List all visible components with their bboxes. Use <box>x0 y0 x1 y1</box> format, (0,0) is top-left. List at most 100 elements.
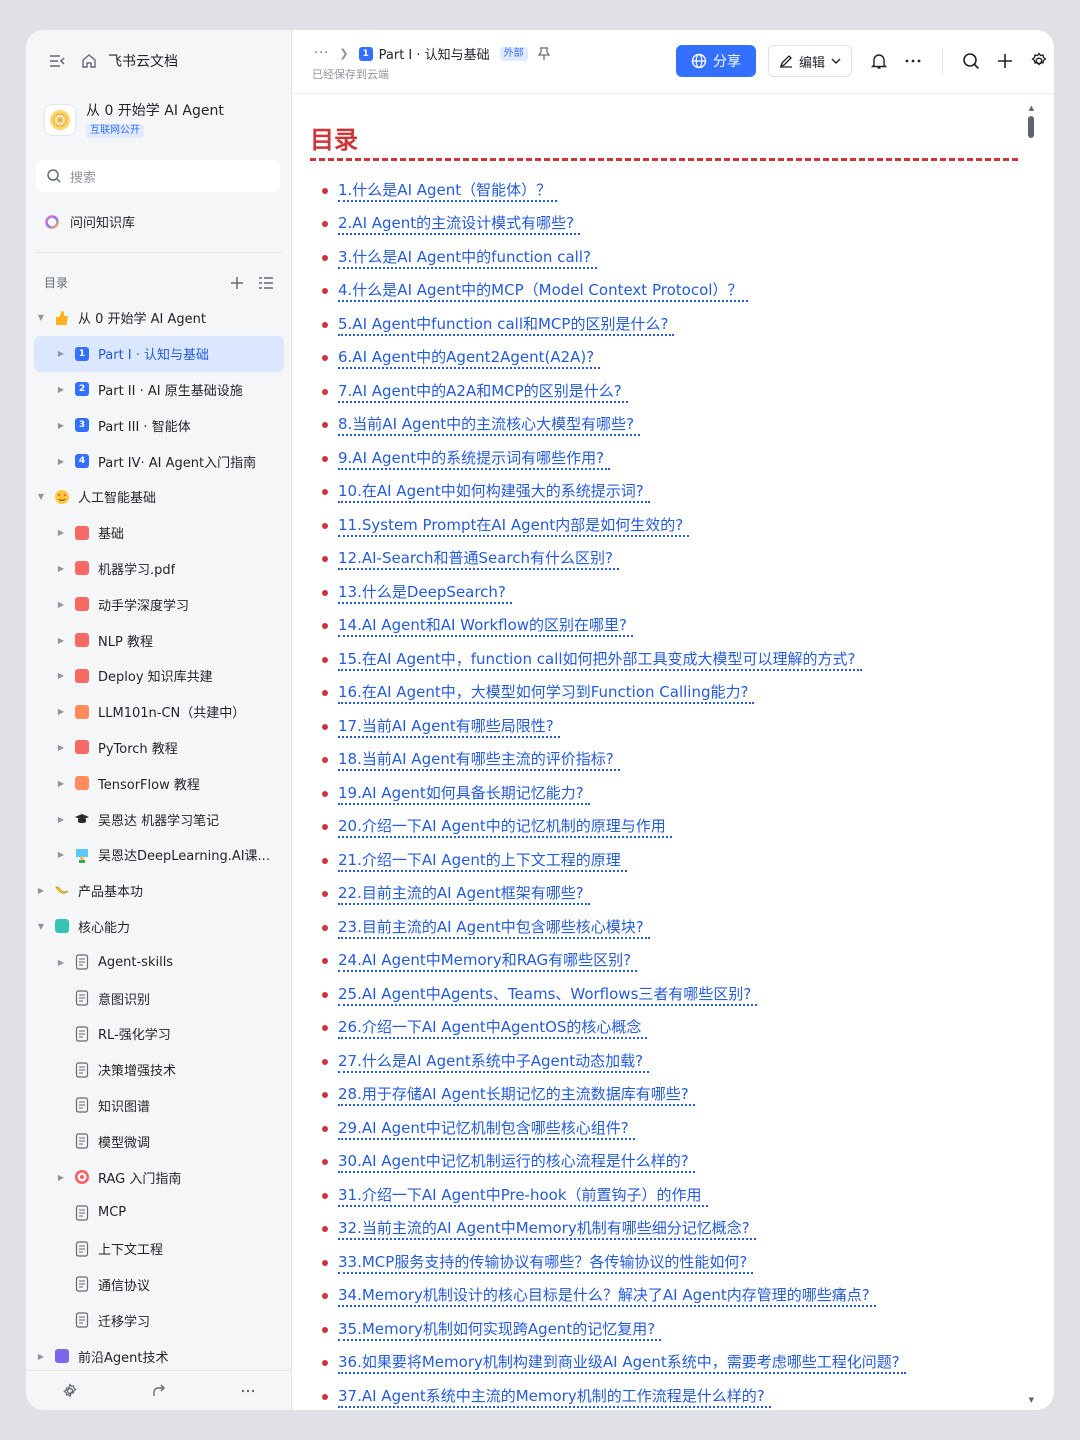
toc-link[interactable]: 22.目前主流的AI Agent框架有哪些? <box>338 883 590 906</box>
caret-right-icon[interactable]: ▶ <box>56 850 66 859</box>
tree-item[interactable]: ▶ 动手学深度学习 <box>34 586 284 622</box>
tree-item[interactable]: 决策增强技术 <box>34 1052 284 1088</box>
tree-item[interactable]: ▶ 前沿Agent技术 <box>34 1338 284 1374</box>
scrollbar-thumb[interactable] <box>1028 116 1034 138</box>
caret-right-icon[interactable]: ▶ <box>56 779 66 788</box>
toc-link[interactable]: 27.什么是AI Agent系统中子Agent动态加载? <box>338 1051 650 1073</box>
toc-link[interactable]: 3.什么是AI Agent中的function call? <box>338 247 597 269</box>
toc-link[interactable]: 17.当前AI Agent有哪些局限性? <box>338 716 560 738</box>
settings-icon[interactable] <box>62 1382 78 1399</box>
toc-link[interactable]: 1.什么是AI Agent（智能体）？ <box>338 180 558 202</box>
settings-icon[interactable] <box>1028 50 1050 72</box>
toc-link[interactable]: 16.在AI Agent中，大模型如何学习到Function Calling能力… <box>338 682 755 705</box>
caret-right-icon[interactable]: ▶ <box>56 528 66 537</box>
caret-right-icon[interactable]: ▶ <box>56 421 66 430</box>
caret-down-icon[interactable]: ▼ <box>36 492 46 501</box>
search-icon[interactable] <box>960 50 982 72</box>
home-icon[interactable] <box>80 52 98 70</box>
toc-link[interactable]: 37.AI Agent系统中主流的Memory机制的工作流程是什么样的? <box>338 1386 771 1408</box>
tree-item[interactable]: ▶ RAG 入门指南 <box>34 1159 284 1195</box>
tree-item[interactable]: ▶ 吴恩达DeepLearning.AI课... <box>34 837 284 873</box>
caret-right-icon[interactable]: ▶ <box>56 1173 66 1182</box>
toc-link[interactable]: 30.AI Agent中记忆机制运行的核心流程是什么样的? <box>338 1151 695 1174</box>
toc-link[interactable]: 18.当前AI Agent有哪些主流的评价指标? <box>338 749 620 772</box>
tree-item[interactable]: ▶ Agent-skills <box>34 944 284 980</box>
more-icon[interactable] <box>240 1383 256 1399</box>
toc-link[interactable]: 2.AI Agent的主流设计模式有哪些? <box>338 213 581 236</box>
ask-knowledge-base-button[interactable]: 问问知识库 <box>44 212 135 231</box>
tree-item[interactable]: ▶ 2 Part II · AI 原生基础设施 <box>34 372 284 408</box>
tree-item[interactable]: 迁移学习 <box>34 1302 284 1338</box>
more-options-icon[interactable] <box>902 50 924 72</box>
toc-link[interactable]: 20.介绍一下AI Agent中的记忆机制的原理与作用 <box>338 816 672 839</box>
tree-item[interactable]: ▶ 1 Part I · 认知与基础 <box>34 335 284 372</box>
tree-item[interactable]: 知识图谱 <box>34 1088 284 1124</box>
tree-item[interactable]: ▼ 从 0 开始学 AI Agent <box>34 300 284 336</box>
toc-link[interactable]: 12.AI-Search和普通Search有什么区别? <box>338 548 619 571</box>
toc-link[interactable]: 36.如果要将Memory机制构建到商业级AI Agent系统中，需要考虑哪些工… <box>338 1352 906 1375</box>
add-icon[interactable] <box>994 50 1016 72</box>
caret-right-icon[interactable]: ▶ <box>36 1352 46 1361</box>
toc-link[interactable]: 9.AI Agent中的系统提示词有哪些作用? <box>338 448 611 470</box>
toc-link[interactable]: 5.AI Agent中function call和MCP的区别是什么? <box>338 314 675 336</box>
caret-right-icon[interactable]: ▶ <box>36 886 46 895</box>
toc-link[interactable]: 21.介绍一下AI Agent的上下文工程的原理 <box>338 850 627 872</box>
tree-item[interactable]: ▶ 3 Part III · 智能体 <box>34 407 284 443</box>
bell-icon[interactable] <box>868 50 890 72</box>
caret-right-icon[interactable]: ▶ <box>56 600 66 609</box>
space-header[interactable]: 从 0 开始学 AI Agent 互联网公开 <box>44 102 224 138</box>
toc-link[interactable]: 24.AI Agent中Memory和RAG有哪些区别? <box>338 950 638 973</box>
toc-link[interactable]: 15.在AI Agent中，function call如何把外部工具变成大模型可… <box>338 649 862 671</box>
toc-link[interactable]: 25.AI Agent中Agents、Teams、Worflows三者有哪些区别… <box>338 984 758 1006</box>
edit-mode-button[interactable]: 编辑 <box>768 45 852 77</box>
toc-link[interactable]: 11.System Prompt在AI Agent内部是如何生效的? <box>338 515 690 537</box>
caret-right-icon[interactable]: ▶ <box>56 349 66 358</box>
toc-link[interactable]: 8.当前AI Agent中的主流核心大模型有哪些? <box>338 414 641 437</box>
search-input[interactable]: 搜索 <box>36 160 280 192</box>
share-button[interactable]: 分享 <box>676 45 756 77</box>
tree-item[interactable]: 意图识别 <box>34 980 284 1016</box>
tree-item[interactable]: ▶ 4 Part IV· AI Agent入门指南 <box>34 443 284 479</box>
caret-right-icon[interactable]: ▶ <box>56 636 66 645</box>
toc-link[interactable]: 6.AI Agent中的Agent2Agent(A2A)? <box>338 347 601 370</box>
tree-item[interactable]: ▶ Deploy 知识库共建 <box>34 658 284 694</box>
tree-item[interactable]: ▶ 机器学习.pdf <box>34 551 284 587</box>
collapse-sidebar-icon[interactable] <box>48 52 66 70</box>
caret-down-icon[interactable]: ▼ <box>36 922 46 931</box>
toc-link[interactable]: 33.MCP服务支持的传输协议有哪些？各传输协议的性能如何? <box>338 1252 754 1274</box>
caret-down-icon[interactable]: ▼ <box>36 313 46 322</box>
tree-item[interactable]: ▶ PyTorch 教程 <box>34 730 284 766</box>
toc-link[interactable]: 10.在AI Agent中如何构建强大的系统提示词? <box>338 481 650 504</box>
caret-right-icon[interactable]: ▶ <box>56 457 66 466</box>
toc-link[interactable]: 29.AI Agent中记忆机制包含哪些核心组件? <box>338 1118 635 1140</box>
toc-link[interactable]: 26.介绍一下AI Agent中AgentOS的核心概念 <box>338 1017 648 1040</box>
tree-item[interactable]: 上下文工程 <box>34 1231 284 1267</box>
breadcrumb-page-title[interactable]: Part I · 认知与基础 <box>379 44 490 63</box>
toc-link[interactable]: 34.Memory机制设计的核心目标是什么？解决了AI Agent内存管理的哪些… <box>338 1285 876 1308</box>
tree-item[interactable]: ▶ 吴恩达 机器学习笔记 <box>34 801 284 837</box>
breadcrumb-more[interactable]: ··· <box>314 46 329 61</box>
tree-item[interactable]: ▶ TensorFlow 教程 <box>34 765 284 801</box>
tree-item[interactable]: ▶ LLM101n-CN（共建中） <box>34 694 284 730</box>
caret-right-icon[interactable]: ▶ <box>56 385 66 394</box>
tree-item[interactable]: ▼ 人工智能基础 <box>34 479 284 515</box>
caret-right-icon[interactable]: ▶ <box>56 671 66 680</box>
tree-item[interactable]: ▶ 产品基本功 <box>34 873 284 909</box>
toc-link[interactable]: 35.Memory机制如何实现跨Agent的记忆复用? <box>338 1319 662 1341</box>
tree-item[interactable]: 通信协议 <box>34 1267 284 1303</box>
toc-link[interactable]: 19.AI Agent如何具备长期记忆能力? <box>338 783 590 805</box>
caret-right-icon[interactable]: ▶ <box>56 743 66 752</box>
caret-right-icon[interactable]: ▶ <box>56 958 66 967</box>
pin-icon[interactable] <box>537 46 550 61</box>
list-options-icon[interactable] <box>258 276 274 290</box>
caret-right-icon[interactable]: ▶ <box>56 707 66 716</box>
toc-link[interactable]: 28.用于存储AI Agent长期记忆的主流数据库有哪些? <box>338 1084 695 1107</box>
tree-item[interactable]: ▼ 核心能力 <box>34 909 284 945</box>
toc-link[interactable]: 23.目前主流的AI Agent中包含哪些核心模块? <box>338 917 650 939</box>
scroll-up-arrow-icon[interactable]: ▲ <box>1029 104 1034 112</box>
tree-item[interactable]: RL-强化学习 <box>34 1016 284 1052</box>
tree-item[interactable]: ▶ 基础 <box>34 515 284 551</box>
add-icon[interactable] <box>230 276 244 290</box>
toc-link[interactable]: 7.AI Agent中的A2A和MCP的区别是什么? <box>338 381 628 403</box>
scroll-down-arrow-icon[interactable]: ▼ <box>1029 1396 1034 1404</box>
